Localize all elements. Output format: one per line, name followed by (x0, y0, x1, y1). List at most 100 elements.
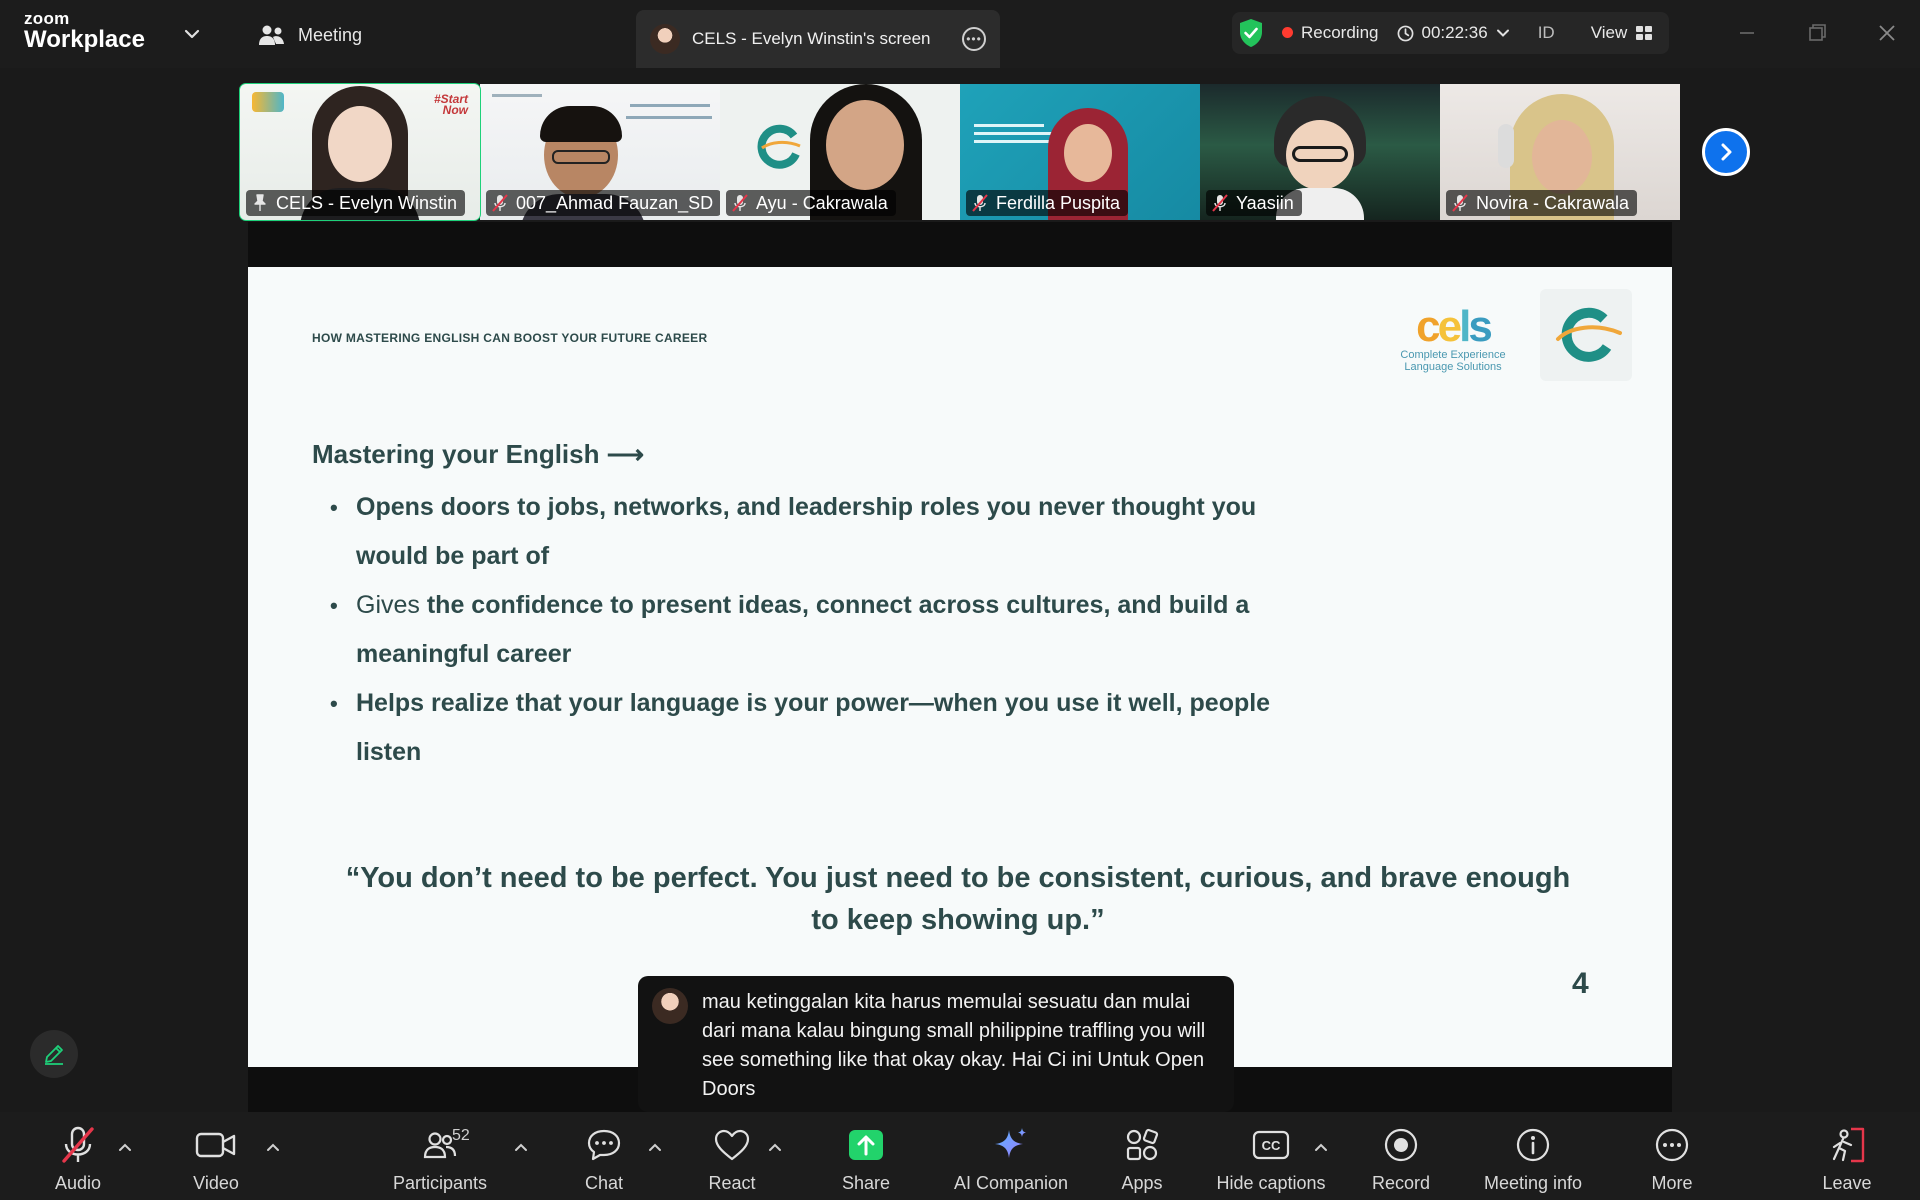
zoom-workplace-logo: zoom Workplace (24, 10, 145, 52)
leave-label: Leave (1822, 1173, 1872, 1193)
view-button[interactable]: View (1591, 23, 1654, 43)
background-text-line (974, 140, 1050, 143)
background-text-line (630, 104, 710, 107)
share-arrow-icon (844, 1125, 888, 1165)
cakrawala-logo (1540, 289, 1632, 381)
background-text-line (974, 132, 1054, 135)
leave-button[interactable]: Leave (1818, 1112, 1876, 1200)
cels-mini-logo (252, 92, 284, 112)
captions-options-caret-icon[interactable] (1314, 1142, 1328, 1152)
apps-button[interactable]: Apps (1112, 1112, 1172, 1200)
record-button[interactable]: Record (1370, 1112, 1432, 1200)
cels-logo-word: cels (1416, 302, 1493, 351)
participant-name-tag: 007_Ahmad Fauzan_SD (486, 190, 720, 216)
participants-button[interactable]: 52 Participants (388, 1112, 492, 1200)
share-button[interactable]: Share (834, 1112, 898, 1200)
language-indicator[interactable]: ID (1538, 23, 1555, 43)
record-label: Record (1371, 1173, 1431, 1193)
zoom-window: zoom Workplace Meeting CELS - Evelyn Win… (0, 0, 1920, 1200)
video-tile[interactable]: 007_Ahmad Fauzan_SD (480, 84, 720, 220)
cels-logo: cels Complete Experience Language Soluti… (1398, 302, 1508, 374)
video-tile[interactable]: Yaasiin (1200, 84, 1440, 220)
meeting-timer[interactable]: 00:22:36 (1397, 23, 1510, 43)
background-text-line (974, 124, 1044, 127)
participant-name-tag: Ayu - Cakrawala (726, 190, 896, 216)
people-icon: 52 (418, 1125, 470, 1165)
minimize-icon[interactable] (1732, 18, 1762, 48)
caption-text: mau ketinggalan kita harus memulai sesua… (702, 991, 1206, 1100)
share-screen-tab[interactable]: CELS - Evelyn Winstin's screen ••• (636, 10, 1000, 68)
people-icon (259, 25, 284, 45)
grid-icon (1636, 26, 1653, 40)
more-icon[interactable]: ••• (962, 27, 986, 51)
video-options-caret-icon[interactable] (266, 1142, 280, 1152)
slide-quote: “You don’t need to be perfect. You just … (345, 862, 1571, 936)
restore-icon[interactable] (1802, 18, 1832, 48)
video-label: Video (193, 1173, 239, 1193)
video-tile[interactable]: Novira - Cakrawala (1440, 84, 1680, 220)
brand-line-1: zoom (24, 9, 70, 28)
react-options-caret-icon[interactable] (768, 1142, 782, 1152)
slide-lead: Mastering your English ⟶ (312, 439, 644, 469)
leave-icon (1825, 1125, 1869, 1165)
cakrawala-logo-icon (757, 124, 801, 169)
audio-options-caret-icon[interactable] (118, 1142, 132, 1152)
elapsed-time: 00:22:36 (1421, 23, 1488, 42)
chat-label: Chat (584, 1173, 624, 1193)
participant-name: CELS - Evelyn Winstin (276, 192, 458, 213)
hide-captions-button[interactable]: CC Hide captions (1212, 1112, 1330, 1200)
more-label: More (1651, 1173, 1693, 1193)
participant-name: 007_Ahmad Fauzan_SD (516, 192, 714, 213)
chat-button[interactable]: Chat (576, 1112, 632, 1200)
participant-glasses (552, 150, 610, 164)
info-icon (1511, 1125, 1555, 1165)
meeting-info-button[interactable]: Meeting info (1476, 1112, 1590, 1200)
recording-indicator[interactable]: Recording (1282, 23, 1379, 43)
recording-dot-icon (1282, 27, 1293, 38)
background-text-line (626, 116, 712, 119)
participant-name-tag: CELS - Evelyn Winstin (246, 190, 466, 216)
participant-name: Ferdilla Puspita (996, 192, 1121, 213)
hashtag-line-2: Now (442, 103, 469, 117)
title-bar: zoom Workplace Meeting CELS - Evelyn Win… (0, 0, 1920, 68)
apps-icon (1120, 1125, 1164, 1165)
video-tile[interactable]: Ferdilla Puspita (960, 84, 1200, 220)
annotate-button[interactable] (30, 1030, 78, 1078)
participant-gallery: #Start Now CELS - Evelyn Winstin 007_Ahma… (239, 83, 1680, 221)
chevron-down-icon[interactable] (182, 24, 202, 44)
participant-headphones (1498, 124, 1514, 168)
mic-muted-icon (1452, 194, 1468, 212)
live-caption: mau ketinggalan kita harus memulai sesua… (638, 976, 1234, 1112)
video-tile[interactable]: #Start Now CELS - Evelyn Winstin (239, 83, 481, 221)
video-button[interactable]: Video (184, 1112, 248, 1200)
record-icon (1379, 1125, 1423, 1165)
background-text-line (492, 94, 542, 97)
share-tab-title: CELS - Evelyn Winstin's screen (692, 29, 931, 48)
cels-logo-tagline-1: Complete Experience (1400, 349, 1506, 361)
audio-button[interactable]: Audio (46, 1112, 110, 1200)
shield-check-icon[interactable] (1238, 18, 1264, 48)
gallery-next-button[interactable] (1702, 128, 1750, 176)
video-tile[interactable]: Ayu - Cakrawala (720, 84, 960, 220)
chat-icon (582, 1125, 626, 1165)
participant-name: Novira - Cakrawala (1476, 192, 1630, 213)
meeting-tab-label: Meeting (298, 24, 363, 45)
meeting-tab[interactable]: Meeting (258, 20, 362, 50)
clock-icon (1397, 25, 1413, 41)
react-button[interactable]: React (702, 1112, 762, 1200)
mic-muted-icon (56, 1125, 100, 1165)
chat-options-caret-icon[interactable] (648, 1142, 662, 1152)
ai-companion-button[interactable]: AI Companion (944, 1112, 1078, 1200)
chevron-down-icon (1496, 29, 1509, 37)
participant-name: Yaasiin (1236, 192, 1294, 213)
participant-name-tag: Yaasiin (1206, 190, 1302, 216)
bullet-text: Helps realize that your language is your… (356, 689, 1271, 766)
participant-name-tag: Ferdilla Puspita (966, 190, 1129, 216)
bullet-text: the confidence to present ideas, connect… (356, 591, 1250, 668)
participants-options-caret-icon[interactable] (514, 1142, 528, 1152)
bullet-prefix: Gives (356, 591, 427, 619)
more-button[interactable]: More (1642, 1112, 1702, 1200)
close-icon[interactable] (1872, 18, 1902, 48)
participant-face (1532, 120, 1592, 194)
participant-hair (540, 106, 622, 142)
